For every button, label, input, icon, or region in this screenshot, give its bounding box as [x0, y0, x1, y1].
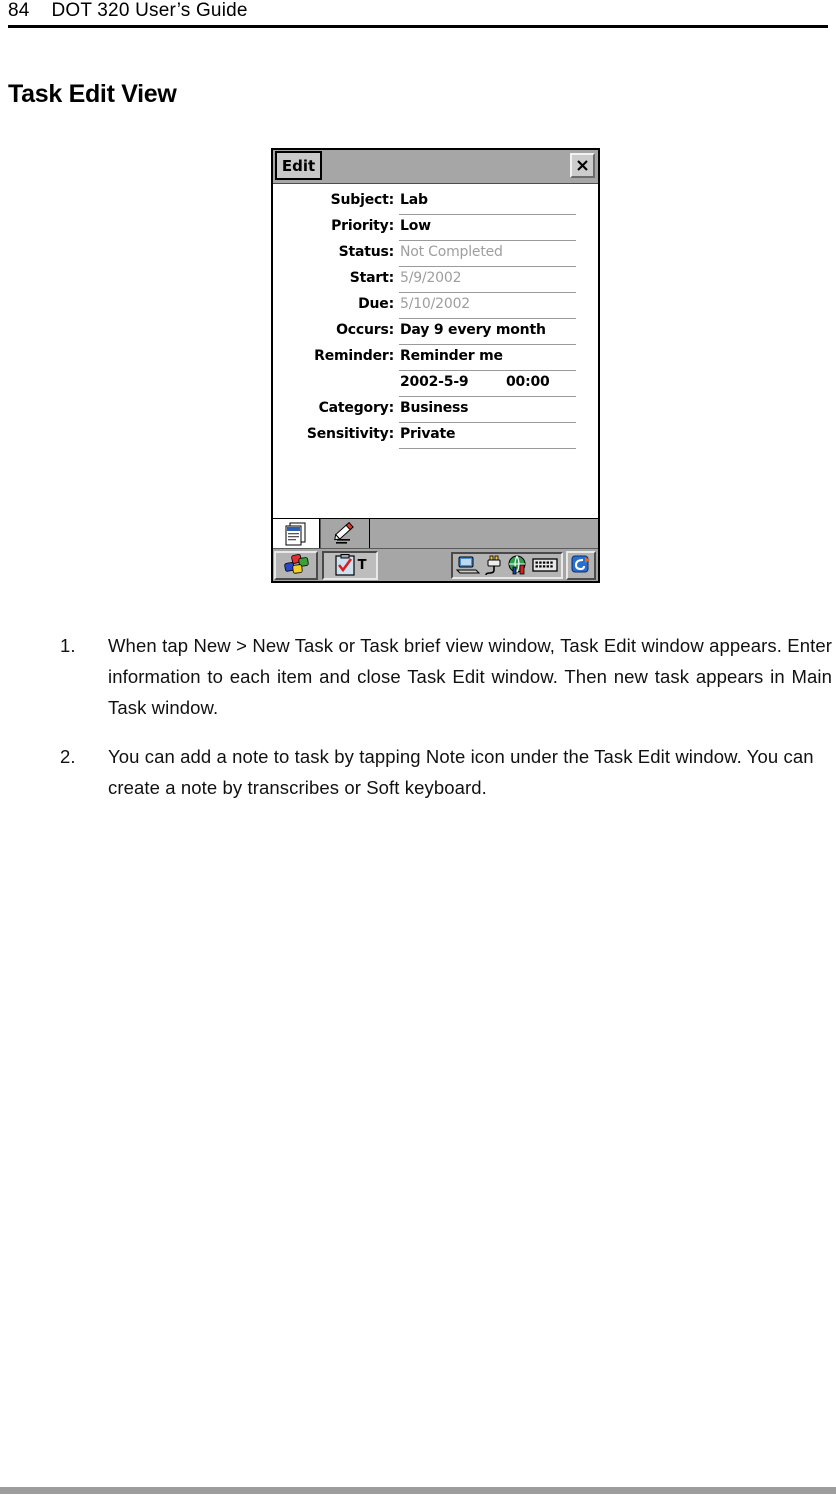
field-value: 5/9/2002	[400, 270, 462, 286]
header-rule	[8, 25, 828, 28]
close-icon	[577, 160, 588, 171]
field-subject: Subject: Lab	[273, 190, 598, 216]
field-status: Status: Not Completed	[273, 242, 598, 268]
dialog-tool-strip	[273, 518, 598, 548]
instruction-list: 1. When tap New > New Task or Task brief…	[60, 630, 832, 821]
sip-selector-button[interactable]	[566, 550, 596, 580]
task-form: Subject: Lab Priority: Low Status: Not C…	[273, 184, 598, 528]
field-start: Start: 5/9/2002	[273, 268, 598, 294]
subject-input[interactable]: Lab	[399, 190, 576, 215]
list-item-text: When tap New > New Task or Task brief vi…	[108, 635, 832, 718]
field-label: Sensitivity:	[306, 426, 394, 442]
system-tray	[451, 551, 563, 579]
list-marker: 1.	[60, 635, 76, 656]
field-category: Category: Business	[273, 398, 598, 424]
occurs-input[interactable]: Day 9 every month	[399, 320, 576, 345]
task-edit-dialog: Edit Subject: Lab Priority: Low Status: …	[271, 148, 600, 583]
field-label: Due:	[358, 296, 394, 312]
field-value: Day 9 every month	[400, 322, 546, 338]
reminder-date-value: 2002-5-9	[400, 374, 469, 390]
sip-selector-icon	[571, 555, 590, 573]
dialog-titlebar: Edit	[273, 150, 598, 184]
field-value: Business	[400, 400, 469, 416]
pen-icon	[334, 521, 354, 544]
start-date-input[interactable]: 5/9/2002	[399, 268, 576, 293]
field-label: Priority:	[331, 218, 394, 234]
reminder-input[interactable]: Reminder me	[399, 346, 576, 371]
field-value: Reminder me	[400, 348, 503, 364]
field-label: Start:	[349, 270, 394, 286]
field-label: Reminder:	[314, 348, 394, 364]
running-head: 84 DOT 320 User’s Guide	[8, 0, 248, 21]
priority-input[interactable]: Low	[399, 216, 576, 241]
field-due: Due: 5/10/2002	[273, 294, 598, 320]
field-label: Occurs:	[336, 322, 394, 338]
field-label: Status:	[338, 244, 395, 260]
category-input[interactable]: Business	[399, 398, 576, 423]
note-tab[interactable]	[273, 519, 320, 548]
reminder-time-value: 00:00	[506, 374, 550, 390]
field-value: Low	[400, 218, 431, 234]
field-label: Category:	[318, 400, 395, 416]
list-item: 2. You can add a note to task by tapping…	[60, 741, 832, 803]
transcriber-tab[interactable]	[320, 519, 370, 548]
close-button[interactable]	[570, 153, 595, 178]
sensitivity-input[interactable]: Private	[399, 424, 576, 449]
field-reminder-datetime: 2002-5-9 00:00	[273, 372, 598, 398]
clipboard-check-icon	[334, 553, 355, 576]
system-taskbar: T	[273, 548, 598, 581]
taskbar-button-tasks[interactable]: T	[322, 550, 378, 580]
page-footer-rule	[0, 1487, 836, 1494]
list-item: 1. When tap New > New Task or Task brief…	[60, 630, 832, 723]
windows-flag-icon	[284, 554, 309, 574]
plug-icon[interactable]	[482, 555, 505, 576]
field-value: 5/10/2002	[400, 296, 470, 312]
keyboard-icon[interactable]	[532, 556, 558, 574]
list-marker: 2.	[60, 746, 76, 767]
field-occurs: Occurs: Day 9 every month	[273, 320, 598, 346]
tool-strip-empty	[370, 519, 598, 548]
field-value: Private	[400, 426, 456, 442]
note-icon	[285, 522, 306, 545]
field-value: Not Completed	[400, 244, 503, 260]
list-item-text: You can add a note to task by tapping No…	[108, 746, 814, 798]
reminder-datetime-input[interactable]: 2002-5-9 00:00	[399, 372, 576, 397]
start-button[interactable]	[274, 550, 318, 580]
due-date-input[interactable]: 5/10/2002	[399, 294, 576, 319]
field-value: Lab	[400, 192, 428, 208]
edit-menu-button[interactable]: Edit	[275, 151, 322, 180]
taskbar-button-label: T	[357, 557, 367, 573]
status-input[interactable]: Not Completed	[399, 242, 576, 267]
field-label: Subject:	[330, 192, 395, 208]
network-globe-icon[interactable]	[507, 555, 530, 576]
desktop-icon[interactable]	[456, 555, 480, 576]
page-header: 84 DOT 320 User’s Guide	[8, 0, 828, 28]
field-reminder: Reminder: Reminder me	[273, 346, 598, 372]
field-sensitivity: Sensitivity: Private	[273, 424, 598, 450]
page-title: Task Edit View	[8, 80, 177, 108]
field-priority: Priority: Low	[273, 216, 598, 242]
